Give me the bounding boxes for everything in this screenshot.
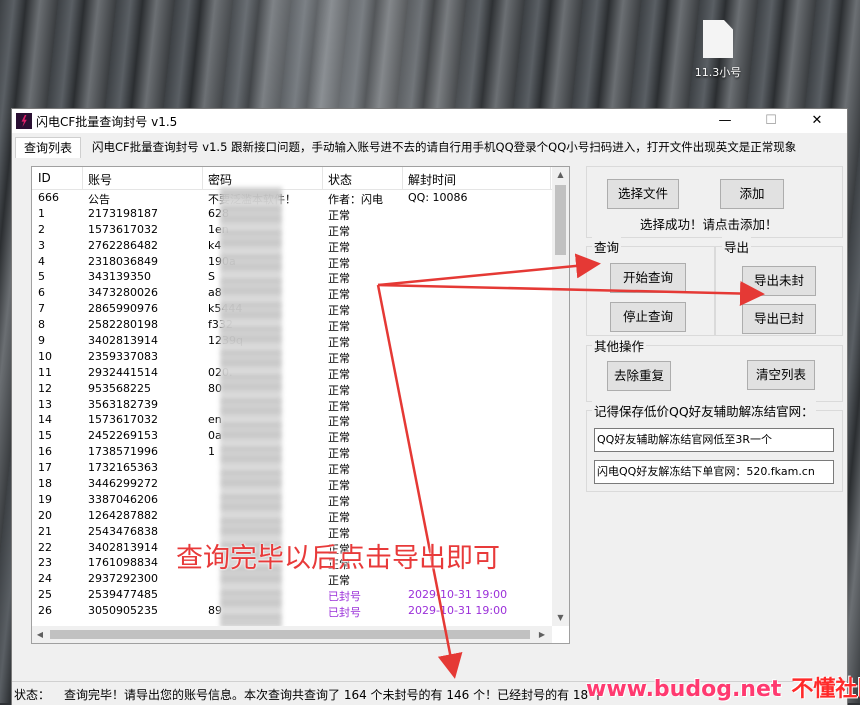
arrow-to-export	[377, 281, 765, 307]
annotation-text: 查询完毕以后点击导出即可	[176, 543, 500, 574]
annotation-arrows	[376, 253, 765, 679]
watermark: www.budog.net 不懂社区	[586, 671, 860, 703]
watermark-site: www.budog.net	[586, 677, 782, 702]
arrow-to-start-query	[377, 253, 601, 287]
watermark-name: 不懂社区	[791, 677, 860, 702]
arrow-to-status	[376, 284, 463, 679]
